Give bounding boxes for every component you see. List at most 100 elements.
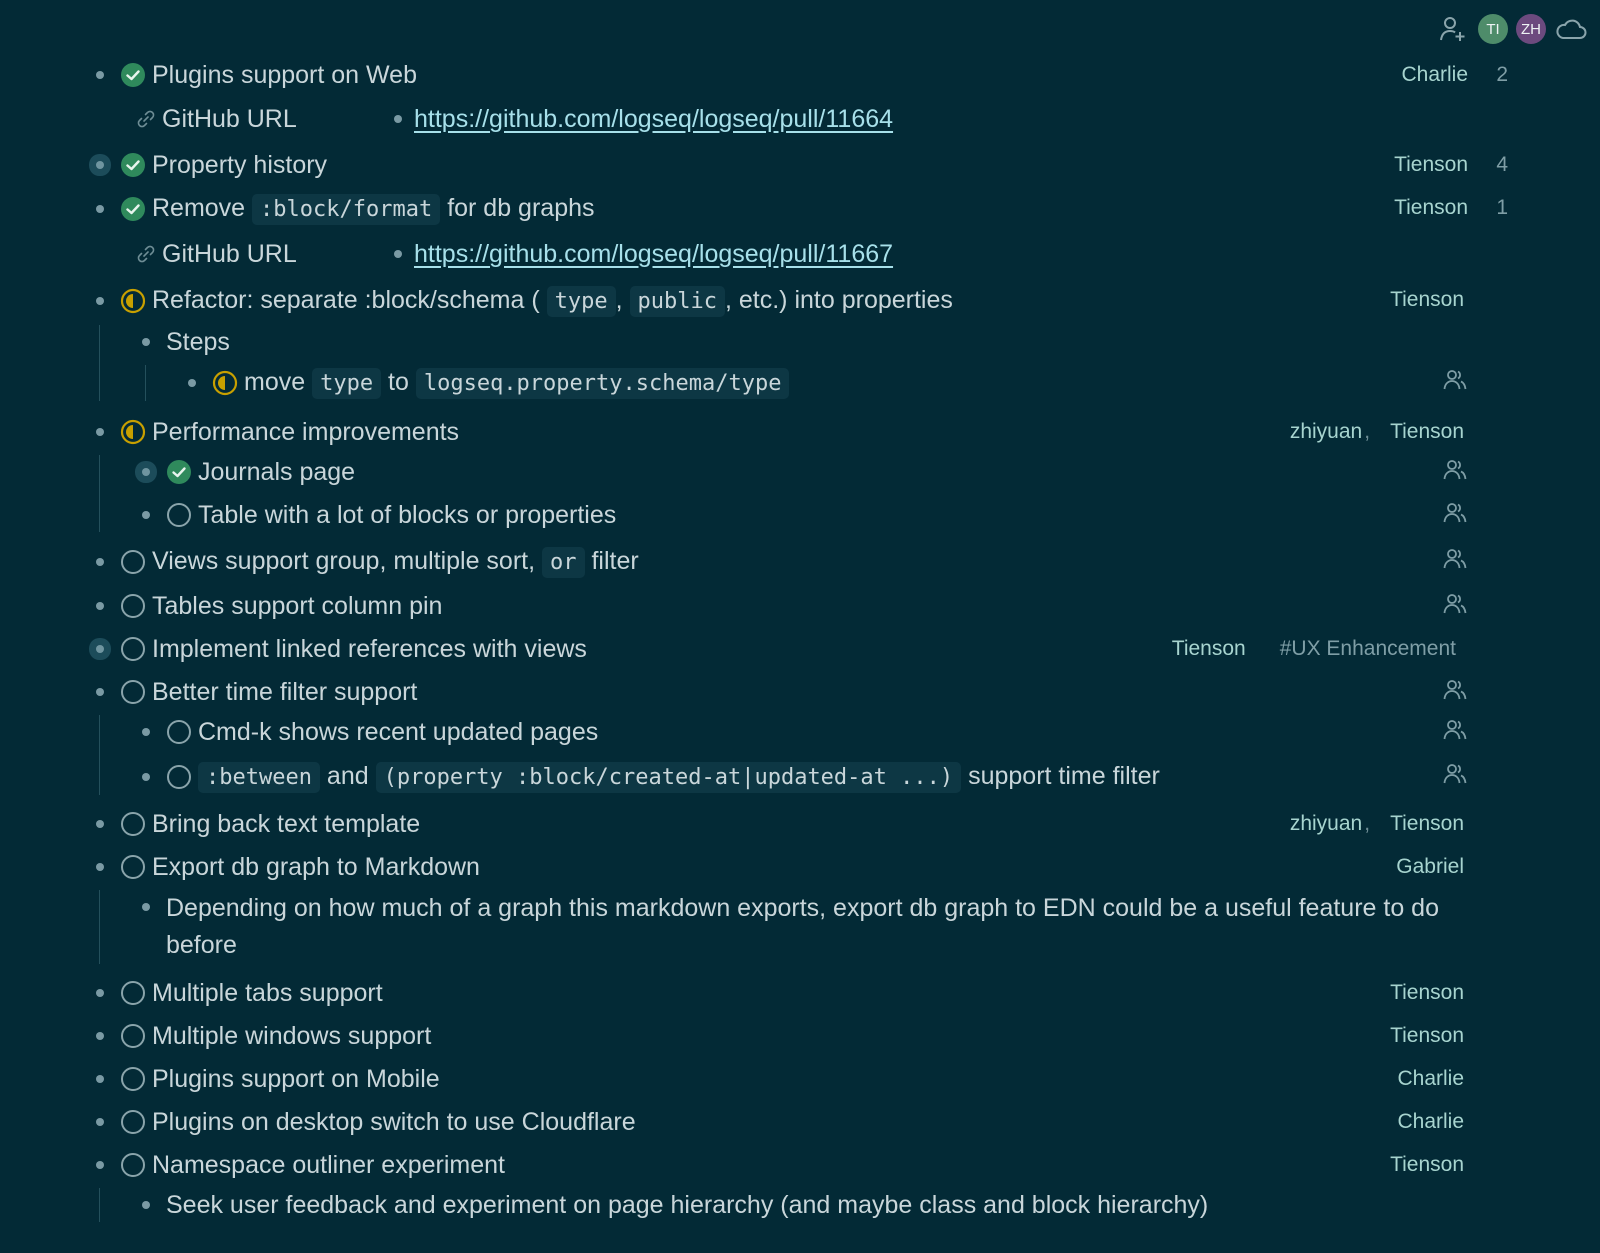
done-checkbox-icon[interactable] <box>166 459 192 485</box>
assignee[interactable]: zhiyuan <box>1290 807 1362 841</box>
add-user-icon[interactable] <box>1436 12 1470 46</box>
assign-people-icon[interactable] <box>1442 677 1468 712</box>
assign-people-icon[interactable] <box>1442 546 1468 581</box>
github-link[interactable]: https://github.com/logseq/logseq/pull/11… <box>414 102 893 136</box>
block-bullet[interactable] <box>134 498 158 532</box>
block-text[interactable]: Plugins support on Mobile <box>152 1062 440 1096</box>
done-checkbox-icon[interactable] <box>120 62 146 88</box>
block-text[interactable]: Bring back text template <box>152 807 420 841</box>
assign-people-icon[interactable] <box>1442 367 1468 402</box>
assign-people-icon[interactable] <box>1442 591 1468 626</box>
block-bullet[interactable] <box>88 1019 112 1053</box>
todo-checkbox-icon[interactable] <box>120 854 146 880</box>
block-bullet[interactable] <box>134 890 158 924</box>
assignee[interactable]: Gabriel <box>1396 850 1464 884</box>
block-bullet[interactable] <box>88 58 112 92</box>
block-text[interactable]: Plugins support on Web <box>152 58 417 92</box>
ref-count[interactable]: 1 <box>1488 191 1508 225</box>
block-text[interactable]: Journals page <box>198 455 355 489</box>
github-link[interactable]: https://github.com/logseq/logseq/pull/11… <box>414 237 893 271</box>
doing-marker-icon[interactable] <box>212 370 238 396</box>
block-text[interactable]: Tables support column pin <box>152 589 442 623</box>
todo-checkbox-icon[interactable] <box>120 679 146 705</box>
avatar-ti[interactable]: TI <box>1478 14 1508 44</box>
block-text[interactable]: Views support group, multiple sort, or f… <box>152 544 639 580</box>
assignee[interactable]: Tienson <box>1390 1148 1464 1182</box>
todo-checkbox-icon[interactable] <box>166 502 192 528</box>
doing-marker-icon[interactable] <box>120 288 146 314</box>
todo-checkbox-icon[interactable] <box>166 719 192 745</box>
todo-checkbox-icon[interactable] <box>120 593 146 619</box>
block-bullet[interactable] <box>88 415 112 449</box>
block-bullet[interactable] <box>134 760 158 794</box>
todo-checkbox-icon[interactable] <box>120 636 146 662</box>
assign-people-icon[interactable] <box>1442 457 1468 492</box>
block-bullet-collapsed[interactable] <box>88 632 112 666</box>
tag-ux-enhancement[interactable]: #UX Enhancement <box>1280 632 1456 666</box>
assignee[interactable]: Tienson <box>1390 283 1464 317</box>
assignee[interactable]: Charlie <box>1397 1062 1464 1096</box>
block-bullet[interactable] <box>88 1148 112 1182</box>
block-text[interactable]: Property history <box>152 148 327 182</box>
todo-checkbox-icon[interactable] <box>166 764 192 790</box>
cloud-sync-icon[interactable] <box>1554 12 1588 46</box>
assignee[interactable]: Charlie <box>1401 58 1468 92</box>
done-checkbox-icon[interactable] <box>120 196 146 222</box>
doing-marker-icon[interactable] <box>120 419 146 445</box>
block-bullet[interactable] <box>134 1188 158 1222</box>
block-text[interactable]: Performance improvements <box>152 415 459 449</box>
assignee[interactable]: Tienson <box>1390 415 1464 449</box>
assignee[interactable]: Charlie <box>1397 1105 1464 1139</box>
block-bullet[interactable] <box>88 850 112 884</box>
block-text[interactable]: Remove :block/format for db graphs <box>152 191 595 227</box>
block-bullet[interactable] <box>134 325 158 359</box>
assignee[interactable]: Tienson <box>1394 148 1468 182</box>
block-bullet[interactable] <box>88 976 112 1010</box>
block-bullet[interactable] <box>88 545 112 579</box>
todo-checkbox-icon[interactable] <box>120 1023 146 1049</box>
block-bullet[interactable] <box>180 366 204 400</box>
block-bullet-collapsed[interactable] <box>88 148 112 182</box>
block-text[interactable]: Better time filter support <box>152 675 417 709</box>
block-text[interactable]: Seek user feedback and experiment on pag… <box>166 1188 1208 1222</box>
assign-people-icon[interactable] <box>1442 500 1468 535</box>
assign-people-icon[interactable] <box>1442 761 1468 796</box>
todo-checkbox-icon[interactable] <box>120 549 146 575</box>
todo-checkbox-icon[interactable] <box>120 980 146 1006</box>
assignee[interactable]: Tienson <box>1390 807 1464 841</box>
ref-count[interactable]: 4 <box>1488 148 1508 182</box>
block-bullet[interactable] <box>88 589 112 623</box>
assignee[interactable]: Tienson <box>1394 191 1468 225</box>
block-text[interactable]: Plugins on desktop switch to use Cloudfl… <box>152 1105 636 1139</box>
block-bullet[interactable] <box>88 284 112 318</box>
block-bullet[interactable] <box>88 1105 112 1139</box>
block-text[interactable]: Steps <box>166 325 230 359</box>
block-text[interactable]: move type to logseq.property.schema/type <box>244 365 790 401</box>
todo-checkbox-icon[interactable] <box>120 811 146 837</box>
assignee[interactable]: Tienson <box>1390 1019 1464 1053</box>
done-checkbox-icon[interactable] <box>120 152 146 178</box>
block-text[interactable]: Cmd-k shows recent updated pages <box>198 715 598 749</box>
block-bullet[interactable] <box>88 1062 112 1096</box>
block-text[interactable]: Namespace outliner experiment <box>152 1148 505 1182</box>
property-key[interactable]: GitHub URL <box>136 237 386 271</box>
avatar-zh[interactable]: ZH <box>1516 14 1546 44</box>
todo-checkbox-icon[interactable] <box>120 1109 146 1135</box>
block-bullet[interactable] <box>88 675 112 709</box>
block-bullet[interactable] <box>134 715 158 749</box>
ref-count[interactable]: 2 <box>1488 58 1508 92</box>
block-bullet[interactable] <box>88 192 112 226</box>
block-text[interactable]: Export db graph to Markdown <box>152 850 480 884</box>
todo-checkbox-icon[interactable] <box>120 1152 146 1178</box>
assignee[interactable]: Tienson <box>1390 976 1464 1010</box>
block-bullet[interactable] <box>88 807 112 841</box>
block-text[interactable]: Multiple windows support <box>152 1019 431 1053</box>
block-text[interactable]: Depending on how much of a graph this ma… <box>166 890 1496 964</box>
block-text[interactable]: Table with a lot of blocks or properties <box>198 498 616 532</box>
property-key[interactable]: GitHub URL <box>136 102 386 136</box>
assignee[interactable]: zhiyuan <box>1290 415 1362 449</box>
block-text[interactable]: Multiple tabs support <box>152 976 383 1010</box>
assignee[interactable]: Tienson <box>1172 632 1246 666</box>
block-text[interactable]: :between and (property :block/created-at… <box>198 759 1160 795</box>
block-text[interactable]: Refactor: separate :block/schema ( type,… <box>152 283 953 319</box>
